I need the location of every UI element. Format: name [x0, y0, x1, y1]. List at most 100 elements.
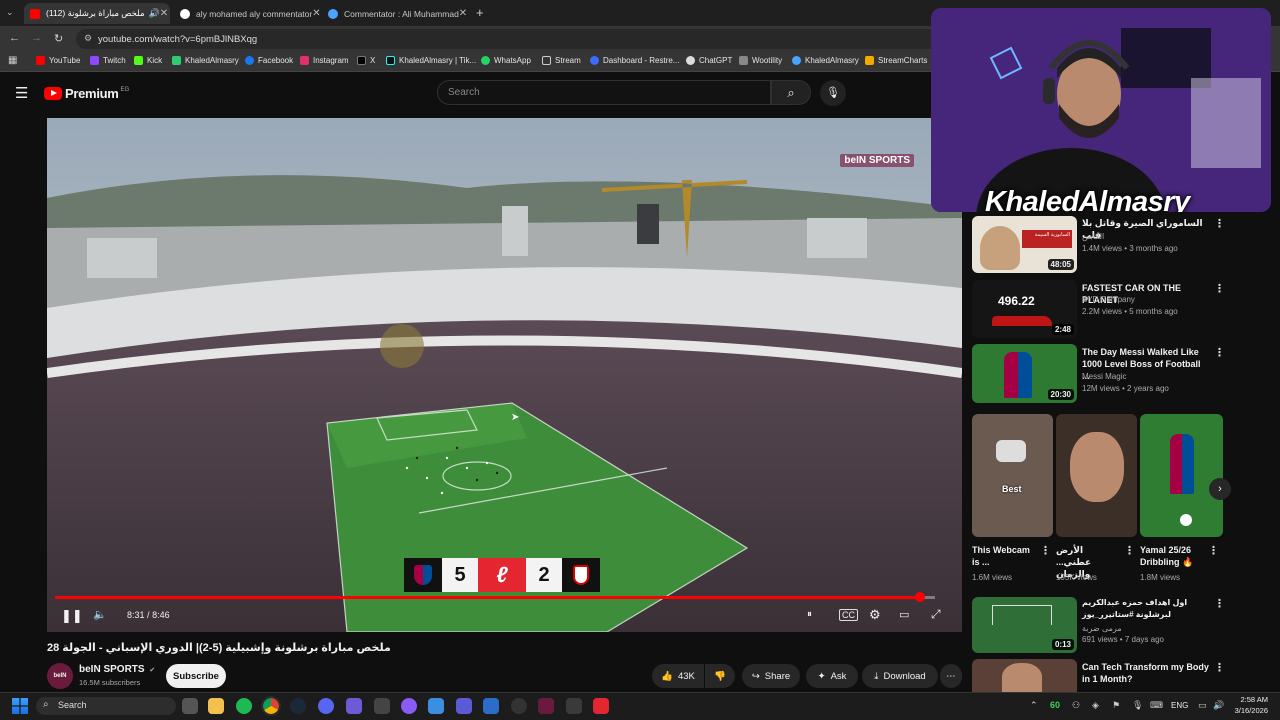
short-thumbnail[interactable]: Best: [972, 414, 1053, 537]
search-input[interactable]: Search: [437, 80, 771, 105]
shorts-next-button[interactable]: ›: [1209, 478, 1231, 500]
recommended-video-channel[interactable]: Messi Magic: [1082, 371, 1126, 383]
show-hidden-icons[interactable]: ⌃: [1030, 700, 1038, 711]
more-options-icon[interactable]: ⋮: [1124, 544, 1135, 557]
close-tab-icon[interactable]: ✕: [160, 8, 168, 19]
apps-grid-icon[interactable]: [346, 698, 362, 714]
recommended-video-thumbnail[interactable]: [972, 659, 1077, 692]
app-icon[interactable]: [401, 698, 417, 714]
recommended-video-thumbnail[interactable]: السابورية السيمة 48:05: [972, 216, 1077, 273]
share-button[interactable]: ↪ Share: [742, 664, 800, 688]
tray-icon[interactable]: ⚑: [1112, 700, 1120, 711]
bookmark-chatgpt[interactable]: ChatGPT: [686, 56, 732, 65]
app-icon[interactable]: [538, 698, 554, 714]
app-icon[interactable]: [483, 698, 499, 714]
volume-icon[interactable]: 🔊: [1213, 700, 1224, 711]
app-icon[interactable]: [566, 698, 582, 714]
download-button[interactable]: ⤓ Download: [862, 664, 938, 688]
bookmark-stream[interactable]: Stream: [542, 56, 581, 65]
more-options-icon[interactable]: ⋮: [1214, 346, 1225, 359]
pause-icon[interactable]: ❚❚: [61, 608, 83, 624]
channel-name[interactable]: beIN SPORTS ✔: [79, 664, 155, 675]
bookmark-x[interactable]: X: [357, 56, 375, 65]
tab-search-icon[interactable]: ⌄: [6, 7, 14, 18]
channel-avatar[interactable]: beIN: [47, 663, 73, 689]
chrome-icon[interactable]: [261, 696, 281, 716]
task-view-icon[interactable]: [182, 698, 198, 714]
short-title[interactable]: Yamal 25/26 Dribbling 🔥: [1140, 544, 1204, 568]
more-options-icon[interactable]: ⋮: [1214, 282, 1225, 295]
language-indicator[interactable]: ENG: [1171, 701, 1188, 710]
adobe-icon[interactable]: [593, 698, 609, 714]
bookmark-wootility[interactable]: Wootility: [739, 56, 782, 65]
bookmark-streamcharts[interactable]: StreamCharts: [865, 56, 927, 65]
bookmark-youtube[interactable]: YouTube: [36, 56, 80, 65]
bookmark-restream[interactable]: Dashboard - Restre...: [590, 56, 679, 65]
microphone-icon[interactable]: 🎙: [1132, 700, 1143, 711]
bookmark-facebook[interactable]: Facebook: [245, 56, 293, 65]
tab-youtube-video[interactable]: ملخص مباراة برشلونة (112) 🔊 ✕: [24, 3, 170, 24]
voice-search-button[interactable]: 🎙: [820, 80, 846, 106]
reload-icon[interactable]: ↻: [54, 32, 63, 45]
tray-icon[interactable]: ◈: [1092, 700, 1099, 711]
recommended-video-thumbnail[interactable]: 0:13: [972, 597, 1077, 653]
video-player[interactable]: beIN SPORTS 5 ℓ 2 ➤: [47, 118, 962, 632]
ask-button[interactable]: ✦ Ask: [806, 664, 858, 688]
taskbar-search[interactable]: ⌕ Search: [36, 697, 176, 715]
dislike-button[interactable]: 👎: [705, 664, 735, 688]
autoplay-toggle[interactable]: ⏸: [807, 609, 812, 620]
recommended-video-channel[interactable]: الكابتن: [1082, 231, 1104, 243]
bookmark-tiktok[interactable]: KhaledAlmasry | Tik...: [386, 56, 476, 65]
bookmark-khaledalmasry[interactable]: KhaledAlmasry: [172, 56, 239, 65]
search-button[interactable]: ⌕: [771, 80, 811, 105]
bookmark-whatsapp[interactable]: WhatsApp: [481, 56, 531, 65]
steam-icon[interactable]: [290, 698, 306, 714]
volume-icon[interactable]: 🔈: [93, 608, 107, 621]
more-options-icon[interactable]: ⋮: [1214, 217, 1225, 230]
forward-icon[interactable]: →: [31, 32, 42, 44]
youtube-logo[interactable]: Premium EG: [44, 86, 129, 101]
audio-icon[interactable]: 🔊: [149, 8, 160, 19]
tray-icon[interactable]: ⚇: [1072, 700, 1080, 711]
recommended-video-channel[interactable]: BYD Company: [1082, 294, 1135, 306]
more-options-icon[interactable]: ⋮: [1040, 544, 1051, 557]
short-title[interactable]: This Webcam is ...: [972, 544, 1032, 568]
discord-icon[interactable]: [318, 698, 334, 714]
recommended-video-title[interactable]: اول اهداف حمزه عبدالكريم لبرشلونة #ستاتي…: [1082, 597, 1207, 621]
recommended-video-thumbnail[interactable]: 20:30: [972, 344, 1077, 403]
apps-icon[interactable]: ▦: [8, 55, 17, 66]
settings-gear-icon[interactable]: ⚙: [869, 607, 881, 623]
app-icon[interactable]: [428, 698, 444, 714]
more-options-icon[interactable]: ⋮: [1208, 544, 1219, 557]
bookmark-kick[interactable]: Kick: [134, 56, 162, 65]
back-icon[interactable]: ←: [9, 32, 20, 44]
spotify-icon[interactable]: [236, 698, 252, 714]
clock[interactable]: 2:58 AM 3/16/2026: [1232, 694, 1268, 716]
gamepad-icon[interactable]: [456, 698, 472, 714]
menu-icon[interactable]: ☰: [15, 84, 28, 102]
more-options-icon[interactable]: ⋮: [1214, 597, 1225, 610]
site-info-icon[interactable]: ⚙: [84, 33, 92, 44]
captions-icon[interactable]: CC: [839, 609, 858, 621]
like-button[interactable]: 👍 43K: [652, 664, 704, 688]
new-tab-button[interactable]: +: [476, 5, 484, 20]
file-explorer-icon[interactable]: [208, 698, 224, 714]
tab-ali-muhammad[interactable]: Commentator : Ali Muhammad ✕: [322, 3, 468, 24]
close-tab-icon[interactable]: ✕: [459, 8, 467, 19]
app-icon[interactable]: [511, 698, 527, 714]
miniplayer-icon[interactable]: ▭: [899, 608, 909, 621]
app-icon[interactable]: [374, 698, 390, 714]
tab-aly-commentator[interactable]: aly mohamed aly commentator ✕: [174, 3, 320, 24]
more-actions-button[interactable]: ⋯: [940, 664, 962, 688]
network-icon[interactable]: ▭: [1198, 700, 1207, 711]
keyboard-icon[interactable]: ⌨: [1150, 700, 1163, 711]
recommended-video-thumbnail[interactable]: 496.22 2:48: [972, 280, 1077, 338]
close-tab-icon[interactable]: ✕: [312, 8, 320, 19]
short-thumbnail[interactable]: [1056, 414, 1137, 537]
bookmark-twitch[interactable]: Twitch: [90, 56, 126, 65]
short-thumbnail[interactable]: [1140, 414, 1223, 537]
subscribe-button[interactable]: Subscribe: [166, 664, 226, 688]
recommended-video-title[interactable]: Can Tech Transform my Body in 1 Month?: [1082, 661, 1212, 685]
fullscreen-icon[interactable]: ⤢: [931, 607, 941, 622]
more-options-icon[interactable]: ⋮: [1214, 661, 1225, 674]
